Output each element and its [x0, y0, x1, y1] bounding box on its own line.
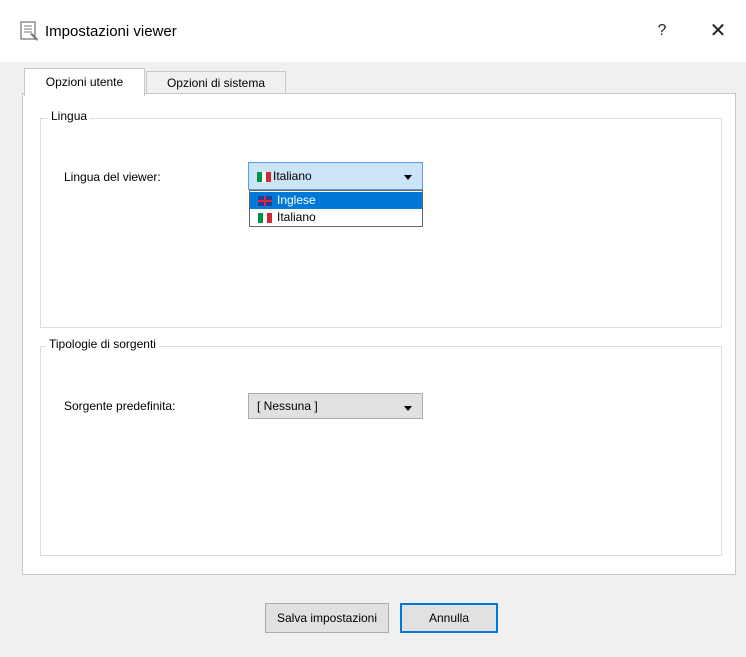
lingua-select[interactable]: Italiano	[248, 162, 423, 190]
uk-flag-icon	[258, 196, 272, 206]
close-button[interactable]: ✕	[696, 16, 740, 46]
save-button[interactable]: Salva impostazioni	[265, 603, 389, 633]
chevron-down-icon	[404, 406, 412, 411]
sorgenti-group-legend: Tipologie di sorgenti	[46, 337, 159, 351]
cancel-button[interactable]: Annulla	[400, 603, 498, 633]
italy-flag-icon	[258, 213, 273, 223]
option-label: Italiano	[277, 210, 316, 224]
lingua-dropdown-list: Inglese Italiano	[249, 190, 423, 227]
sorgenti-group	[40, 346, 722, 556]
lingua-option-inglese[interactable]: Inglese	[250, 192, 422, 209]
tab-opzioni-utente[interactable]: Opzioni utente	[24, 68, 145, 96]
settings-app-icon	[18, 20, 40, 42]
lingua-label: Lingua del viewer:	[64, 170, 161, 184]
sorgente-selected-value: [ Nessuna ]	[257, 399, 318, 413]
lingua-group-legend: Lingua	[48, 109, 91, 123]
help-button[interactable]: ?	[640, 16, 684, 46]
sorgente-select[interactable]: [ Nessuna ]	[248, 393, 423, 419]
tab-opzioni-sistema[interactable]: Opzioni di sistema	[146, 71, 286, 94]
lingua-selected-value: Italiano	[273, 169, 312, 183]
option-label: Inglese	[277, 193, 316, 207]
italy-flag-icon	[257, 172, 272, 182]
sorgente-label: Sorgente predefinita:	[64, 399, 176, 413]
chevron-down-icon	[404, 175, 412, 180]
lingua-option-italiano[interactable]: Italiano	[250, 209, 422, 226]
window-title: Impostazioni viewer	[45, 23, 177, 40]
